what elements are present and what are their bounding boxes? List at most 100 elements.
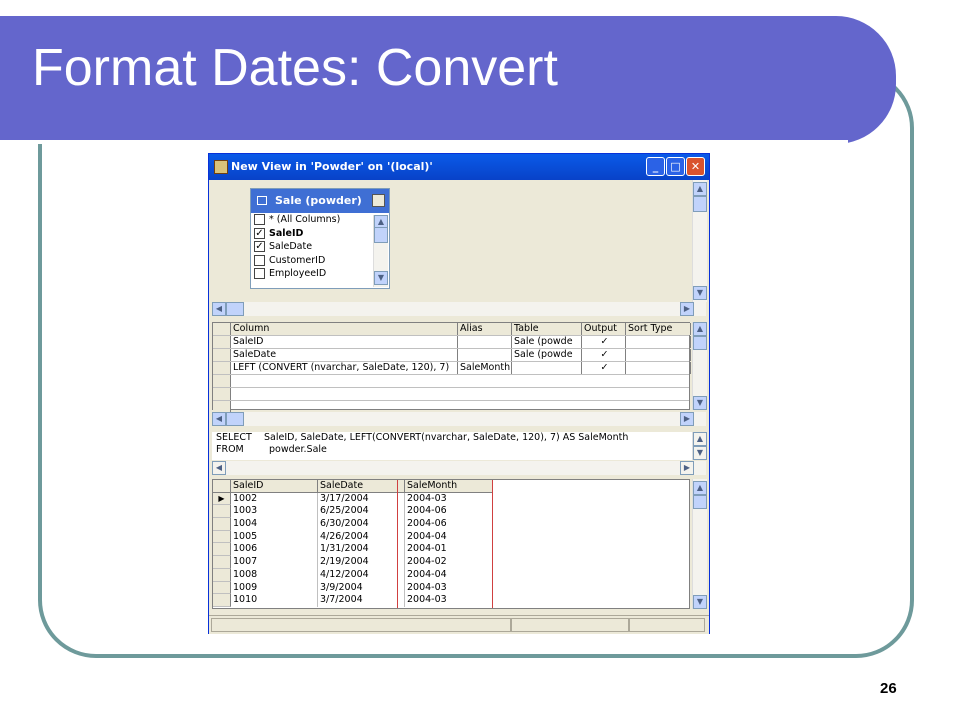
- scroll-down-arrow-icon[interactable]: ▼: [693, 286, 707, 300]
- results-row[interactable]: 1009 3/9/2004 2004-03: [213, 581, 689, 595]
- row-selector[interactable]: [213, 594, 231, 607]
- grid-cell-sort-type[interactable]: [626, 362, 691, 374]
- grid-row[interactable]: [213, 388, 689, 401]
- scroll-left-arrow-icon[interactable]: ◀: [212, 461, 226, 475]
- results-row[interactable]: ▶ 1002 3/17/2004 2004-03: [213, 492, 689, 506]
- grid-cell-column[interactable]: SaleID: [231, 336, 458, 348]
- column-checkbox[interactable]: ✓: [254, 241, 265, 252]
- results-cell-salemonth[interactable]: 2004-03: [405, 581, 493, 595]
- grid-cell-sort-type[interactable]: [626, 336, 691, 348]
- row-selector[interactable]: [213, 505, 231, 519]
- scroll-thumb[interactable]: [226, 302, 244, 316]
- results-cell-saledate[interactable]: 3/7/2004: [318, 594, 405, 607]
- grid-cell-table[interactable]: [512, 362, 582, 374]
- results-row[interactable]: 1003 6/25/2004 2004-06: [213, 505, 689, 519]
- results-row[interactable]: 1006 1/31/2004 2004-01: [213, 543, 689, 557]
- row-selector[interactable]: [213, 543, 231, 557]
- results-cell-salemonth[interactable]: 2004-01: [405, 543, 493, 557]
- results-row[interactable]: 1004 6/30/2004 2004-06: [213, 518, 689, 531]
- grid-cell-table[interactable]: Sale (powde: [512, 336, 582, 348]
- grid-cell-output[interactable]: ✓: [582, 336, 626, 348]
- grid-cell-table[interactable]: Sale (powde: [512, 349, 582, 361]
- diagram-hscrollbar[interactable]: ◀ ▶: [212, 302, 706, 316]
- column-item[interactable]: ✓ SaleID: [251, 227, 373, 241]
- scroll-up-arrow-icon[interactable]: ▲: [693, 182, 707, 196]
- minimize-button[interactable]: _: [646, 157, 665, 176]
- table-box-header[interactable]: Sale (powder): [251, 189, 389, 213]
- scroll-right-arrow-icon[interactable]: ▶: [680, 461, 694, 475]
- results-cell-saledate[interactable]: 2/19/2004: [318, 556, 405, 569]
- maximize-button[interactable]: □: [666, 157, 685, 176]
- results-cell-saledate[interactable]: 6/30/2004: [318, 518, 405, 531]
- grid-cell-column[interactable]: SaleDate: [231, 349, 458, 361]
- scroll-left-arrow-icon[interactable]: ◀: [212, 302, 226, 316]
- scroll-right-arrow-icon[interactable]: ▶: [680, 302, 694, 316]
- results-cell-salemonth[interactable]: 2004-03: [405, 594, 493, 607]
- table-box-scrollbar[interactable]: ▲ ▼: [373, 215, 388, 287]
- grid-header-output[interactable]: Output: [582, 323, 626, 335]
- sql-hscrollbar[interactable]: ◀ ▶: [212, 461, 706, 475]
- grid-cell-alias[interactable]: SaleMonth: [458, 362, 512, 374]
- column-item[interactable]: EmployeeID: [251, 267, 373, 281]
- column-item[interactable]: CustomerID: [251, 254, 373, 268]
- results-header-saleid[interactable]: SaleID: [231, 480, 318, 493]
- results-vscrollbar[interactable]: ▲ ▼: [692, 479, 707, 609]
- row-selector[interactable]: [213, 388, 231, 400]
- row-selector[interactable]: [213, 556, 231, 569]
- row-selector[interactable]: [213, 530, 231, 544]
- column-item[interactable]: ✓ SaleDate: [251, 240, 373, 254]
- scroll-down-arrow-icon[interactable]: ▼: [693, 595, 707, 609]
- results-header-saledate[interactable]: SaleDate: [318, 480, 405, 493]
- grid-header-table[interactable]: Table: [512, 323, 582, 335]
- row-selector[interactable]: [213, 375, 231, 387]
- row-selector[interactable]: [213, 349, 231, 361]
- results-cell-saleid[interactable]: 1006: [231, 543, 318, 557]
- results-header-salemonth[interactable]: SaleMonth: [405, 480, 493, 493]
- row-selector[interactable]: [213, 480, 231, 493]
- results-cell-saleid[interactable]: 1009: [231, 581, 318, 595]
- row-selector[interactable]: [213, 362, 231, 374]
- column-checkbox[interactable]: [254, 214, 265, 225]
- results-row[interactable]: 1008 4/12/2004 2004-04: [213, 568, 689, 582]
- results-cell-saledate[interactable]: 4/12/2004: [318, 568, 405, 582]
- window-titlebar[interactable]: New View in 'Powder' on '(local)' _ □ ✕: [209, 154, 709, 180]
- results-cell-saleid[interactable]: 1008: [231, 568, 318, 582]
- results-cell-saledate[interactable]: 6/25/2004: [318, 505, 405, 519]
- column-checkbox[interactable]: ✓: [254, 227, 265, 239]
- sql-vscrollbar[interactable]: ▲ ▼: [692, 432, 707, 460]
- results-cell-saledate[interactable]: 4/26/2004: [318, 530, 405, 544]
- results-cell-saledate[interactable]: 3/17/2004: [318, 492, 405, 506]
- results-cell-saledate[interactable]: 1/31/2004: [318, 543, 405, 557]
- results-row[interactable]: 1005 4/26/2004 2004-04: [213, 530, 689, 544]
- grid-cell-column[interactable]: LEFT (CONVERT (nvarchar, SaleDate, 120),…: [231, 362, 458, 374]
- results-cell-saleid[interactable]: 1002: [231, 492, 318, 506]
- column-checkbox[interactable]: [254, 268, 265, 279]
- grid-header-column[interactable]: Column: [231, 323, 458, 335]
- scroll-left-arrow-icon[interactable]: ◀: [212, 412, 226, 426]
- results-cell-saledate[interactable]: 3/9/2004: [318, 581, 405, 595]
- results-pane[interactable]: SaleID SaleDate SaleMonth ▶ 1002 3/17/2004…: [212, 479, 690, 609]
- grid-cell-sort-type[interactable]: [626, 349, 691, 361]
- grid-cell-output[interactable]: ✓: [582, 349, 626, 361]
- scroll-thumb[interactable]: [693, 336, 707, 350]
- results-cell-saleid[interactable]: 1005: [231, 530, 318, 544]
- scroll-thumb[interactable]: [693, 495, 707, 509]
- results-cell-salemonth[interactable]: 2004-04: [405, 568, 493, 582]
- results-cell-salemonth[interactable]: 2004-06: [405, 518, 493, 531]
- grid-row[interactable]: [213, 375, 689, 388]
- results-cell-salemonth[interactable]: 2004-03: [405, 492, 493, 506]
- criteria-grid[interactable]: Column Alias Table Output Sort Type Sale…: [212, 322, 691, 414]
- grid-hscrollbar[interactable]: ◀ ▶: [212, 412, 706, 426]
- diagram-pane[interactable]: Sale (powder) * (All Columns) ✓ SaleID ✓ S…: [212, 180, 690, 300]
- row-selector[interactable]: [213, 323, 231, 335]
- diagram-vscrollbar[interactable]: ▲ ▼: [692, 180, 707, 302]
- scroll-right-arrow-icon[interactable]: ▶: [680, 412, 694, 426]
- row-selector[interactable]: [213, 336, 231, 348]
- results-cell-salemonth[interactable]: 2004-06: [405, 505, 493, 519]
- grid-header-sort-type[interactable]: Sort Type: [626, 323, 691, 335]
- grid-header-alias[interactable]: Alias: [458, 323, 512, 335]
- row-selector[interactable]: [213, 568, 231, 582]
- results-cell-saleid[interactable]: 1007: [231, 556, 318, 569]
- current-row-indicator-icon[interactable]: ▶: [213, 492, 231, 506]
- scroll-thumb[interactable]: [226, 412, 244, 426]
